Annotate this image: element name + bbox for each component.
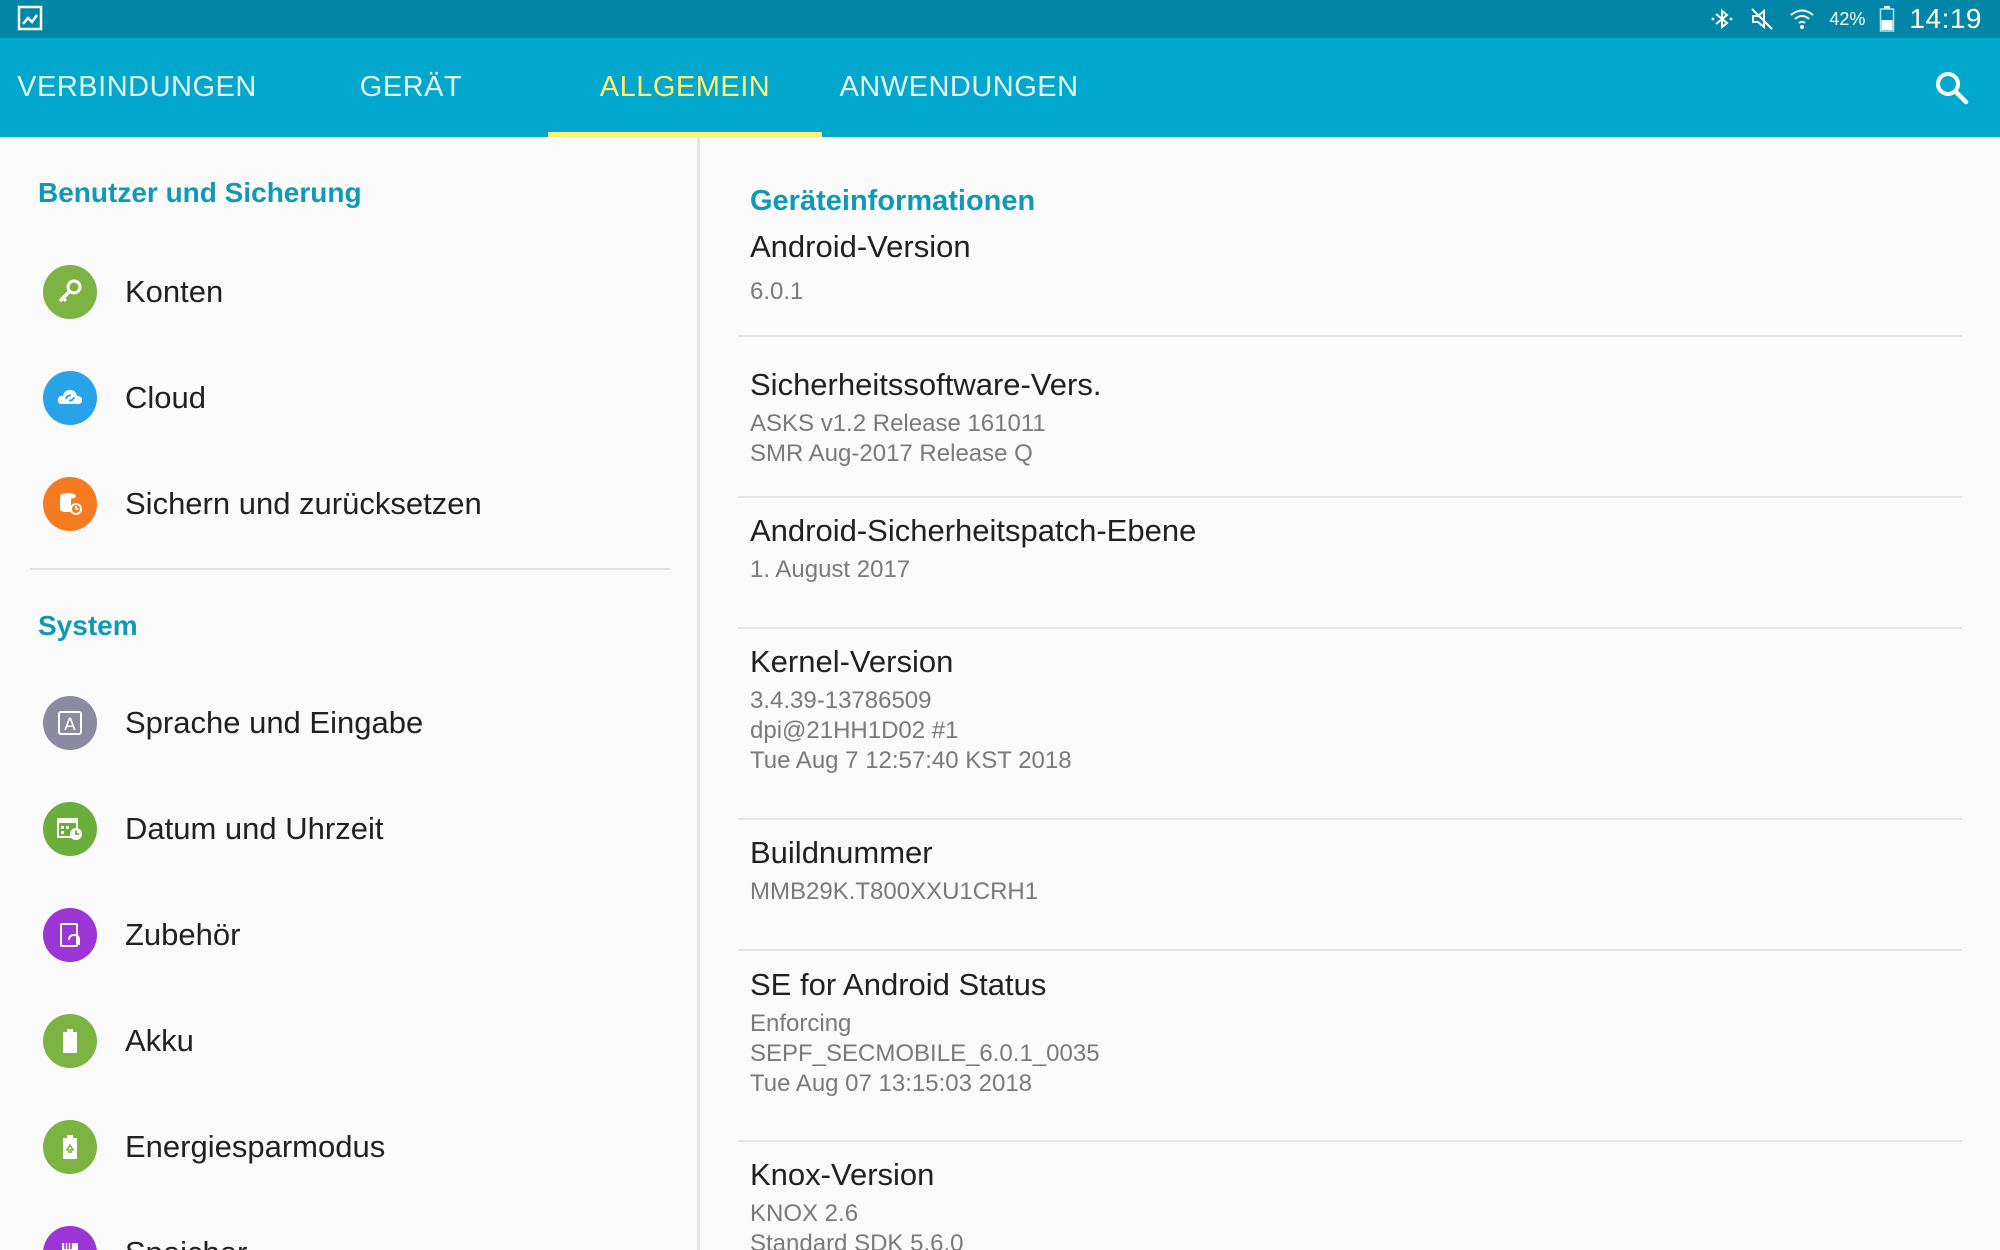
menu-item-energiesparmodus[interactable]: Energiesparmodus (0, 1094, 697, 1200)
menu-item-label: Speicher (125, 1200, 247, 1250)
menu-item-datum[interactable]: Datum und Uhrzeit (0, 776, 697, 882)
tab-anwendungen[interactable]: ANWENDUNGEN (822, 38, 1096, 137)
cloud-sync-icon (43, 371, 97, 425)
info-divider (738, 949, 1962, 951)
menu-item-cloud[interactable]: Cloud (0, 345, 697, 451)
info-divider (738, 335, 1962, 337)
search-icon[interactable] (1932, 68, 1972, 108)
menu-item-label: Datum und Uhrzeit (125, 811, 384, 846)
menu-item-label: Konten (125, 274, 224, 309)
menu-item-label: Sichern und zurücksetzen (125, 486, 482, 521)
tab-geraet[interactable]: GERÄT (274, 38, 548, 137)
info-value: MMB29K.T800XXU1CRH1 (750, 878, 1039, 905)
menu-item-label: Zubehör (125, 917, 241, 952)
calendar-clock-icon (43, 802, 97, 856)
info-value: 6.0.1 (750, 278, 804, 305)
tab-allgemein[interactable]: ALLGEMEIN (548, 38, 822, 137)
bluetooth-icon (1711, 8, 1733, 30)
battery-icon (43, 1014, 97, 1068)
tab-verbindungen[interactable]: VERBINDUNGEN (0, 38, 274, 137)
menu-item-label: Cloud (125, 380, 206, 415)
info-value: Tue Aug 7 12:57:40 KST 2018 (750, 747, 1072, 774)
menu-item-konten[interactable]: Konten (0, 239, 697, 345)
info-value: 3.4.39-13786509 (750, 687, 932, 714)
menu-item-akku[interactable]: Akku (0, 988, 697, 1094)
mute-icon (1751, 8, 1774, 30)
settings-category-list: Benutzer und Sicherung Konten Cloud Sich… (0, 137, 697, 1250)
menu-item-label: Akku (125, 1023, 194, 1058)
menu-item-sichern[interactable]: Sichern und zurücksetzen (0, 451, 697, 557)
battery-percent: 42% (1829, 8, 1866, 29)
info-item-kernel-version[interactable]: Kernel-Version 3.4.39-13786509 dpi@21HH1… (738, 629, 1962, 819)
status-bar: 42% 14:19 (0, 0, 2000, 38)
info-item-sicherheitspatch[interactable]: Android-Sicherheitspatch-Ebene 1. August… (738, 498, 1962, 628)
info-title: Buildnummer (750, 835, 933, 870)
menu-item-speicher[interactable]: Speicher (0, 1200, 697, 1250)
device-info-pane: Android-Version 6.0.1 Sicherheitssoftwar… (700, 137, 2000, 1250)
gallery-notification-icon (17, 5, 43, 31)
info-value: SEPF_SECMOBILE_6.0.1_0035 (750, 1040, 1100, 1067)
battery-status-icon (1880, 6, 1895, 32)
info-item-knox-version[interactable]: Knox-Version KNOX 2.6 Standard SDK 5.6.0 (738, 1142, 1962, 1250)
menu-item-zubehoer[interactable]: Zubehör (0, 882, 697, 988)
info-value: Standard SDK 5.6.0 (750, 1230, 964, 1250)
backup-icon (43, 477, 97, 531)
clock: 14:19 (1909, 3, 1982, 34)
accessory-icon (43, 908, 97, 962)
info-title: Android-Sicherheitspatch-Ebene (750, 513, 1197, 548)
section-header-benutzer: Benutzer und Sicherung (38, 177, 362, 208)
info-item-buildnummer[interactable]: Buildnummer MMB29K.T800XXU1CRH1 (738, 820, 1962, 950)
info-value: KNOX 2.6 (750, 1200, 859, 1227)
info-value: ASKS v1.2 Release 161011 (750, 410, 1046, 437)
section-header-geraeteinformationen: Geräteinformationen (750, 185, 1950, 231)
svg-text:A: A (64, 715, 76, 735)
section-divider (30, 568, 670, 570)
menu-item-label: Sprache und Eingabe (125, 705, 424, 740)
info-value: 1. August 2017 (750, 556, 911, 583)
menu-item-label: Energiesparmodus (125, 1129, 386, 1164)
power-saving-icon (43, 1120, 97, 1174)
info-title: Android-Version (750, 229, 971, 264)
storage-icon (43, 1226, 97, 1250)
key-icon (43, 265, 97, 319)
menu-item-sprache[interactable]: A Sprache und Eingabe (0, 670, 697, 776)
info-title: Sicherheitssoftware-Vers. (750, 367, 1102, 402)
language-icon: A (43, 696, 97, 750)
wifi-icon (1790, 9, 1815, 29)
info-title: Knox-Version (750, 1157, 935, 1192)
info-value: Enforcing (750, 1010, 852, 1037)
tab-bar: VERBINDUNGEN GERÄT ALLGEMEIN ANWENDUNGEN (0, 38, 2000, 137)
info-item-sicherheitssoftware[interactable]: Sicherheitssoftware-Vers. ASKS v1.2 Rele… (738, 352, 1962, 497)
info-title: SE for Android Status (750, 967, 1047, 1002)
info-item-se-android-status[interactable]: SE for Android Status Enforcing SEPF_SEC… (738, 952, 1962, 1142)
info-value: Tue Aug 07 13:15:03 2018 (750, 1070, 1033, 1097)
info-title: Kernel-Version (750, 644, 954, 679)
info-item-android-version[interactable]: Android-Version 6.0.1 (738, 229, 1962, 352)
info-value: dpi@21HH1D02 #1 (750, 717, 959, 744)
section-header-system: System (38, 610, 138, 641)
info-value: SMR Aug-2017 Release Q (750, 440, 1033, 467)
